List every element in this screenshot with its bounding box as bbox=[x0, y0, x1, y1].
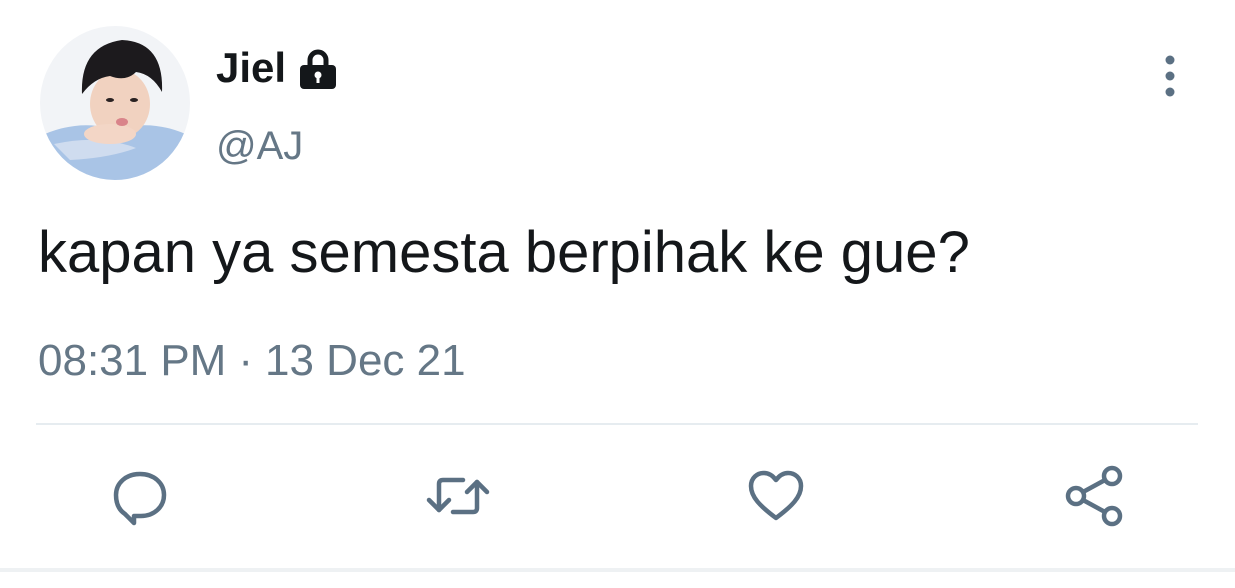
avatar[interactable] bbox=[40, 26, 190, 180]
display-name[interactable]: Jiel bbox=[216, 42, 286, 94]
tweet-meta: 08:31 PM · 13 Dec 21 bbox=[38, 334, 466, 388]
user-name-row: Jiel bbox=[216, 42, 340, 94]
share-icon bbox=[1062, 464, 1126, 533]
reply-icon bbox=[110, 466, 170, 531]
tweet-text: kapan ya semesta berpihak ke gue? bbox=[38, 220, 970, 285]
like-icon bbox=[746, 466, 806, 531]
meta-separator: · bbox=[238, 336, 253, 385]
retweet-icon bbox=[423, 466, 493, 531]
like-button[interactable] bbox=[736, 458, 816, 538]
bottom-divider bbox=[0, 568, 1235, 572]
tweet-time[interactable]: 08:31 PM bbox=[38, 336, 226, 385]
avatar-image bbox=[40, 26, 190, 180]
divider bbox=[36, 423, 1198, 425]
tweet-card: Jiel @AJ kapan ya semesta berpihak ke gu… bbox=[0, 0, 1235, 588]
retweet-button[interactable] bbox=[418, 458, 498, 538]
tweet-date[interactable]: 13 Dec 21 bbox=[265, 336, 466, 385]
user-handle[interactable]: @AJ bbox=[216, 122, 303, 170]
reply-button[interactable] bbox=[100, 458, 180, 538]
more-options-icon[interactable] bbox=[1152, 52, 1188, 100]
action-bar bbox=[0, 458, 1235, 538]
lock-icon bbox=[296, 46, 340, 90]
share-button[interactable] bbox=[1054, 458, 1134, 538]
